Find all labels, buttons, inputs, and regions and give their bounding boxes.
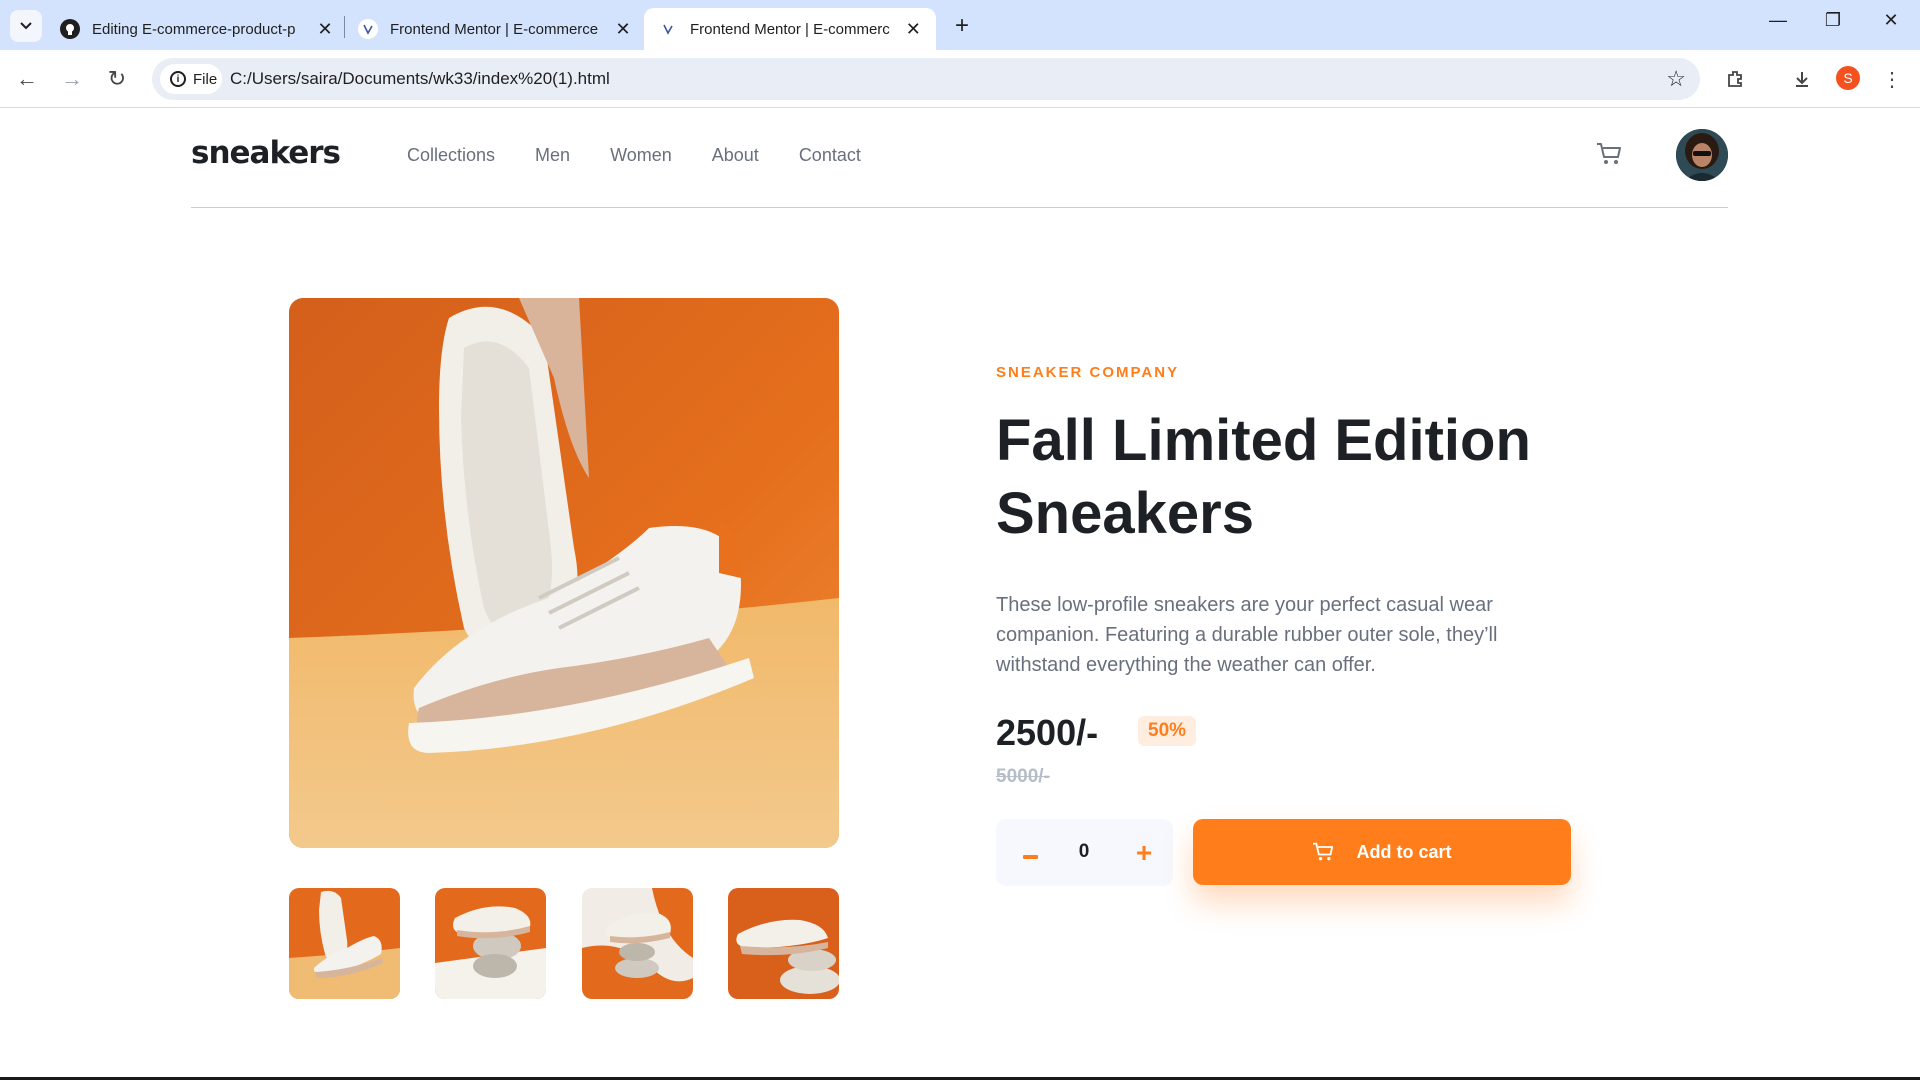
minus-icon [1022, 855, 1038, 859]
product-thumbnail-2[interactable] [435, 888, 546, 999]
download-icon[interactable] [1787, 64, 1817, 94]
nav-item-women[interactable]: Women [610, 145, 672, 166]
nav-item-about[interactable]: About [712, 145, 759, 166]
browser-toolbar: ← → ↻ i File C:/Users/saira/Documents/wk… [0, 50, 1920, 108]
forward-icon[interactable]: → [57, 64, 87, 94]
close-tab-icon[interactable]: ✕ [614, 19, 632, 40]
product-thumbnail-4[interactable] [728, 888, 839, 999]
browser-tab[interactable]: Editing E-commerce-product-p ✕ [46, 8, 348, 50]
tab-title: Editing E-commerce-product-p [92, 20, 296, 38]
info-icon: i [170, 71, 186, 87]
increase-quantity-button[interactable]: + [1124, 833, 1164, 873]
chip-label: File [193, 70, 218, 88]
close-window-icon[interactable]: ✕ [1876, 10, 1906, 31]
menu-icon[interactable]: ⋮ [1877, 64, 1907, 94]
bookmark-star-icon[interactable]: ☆ [1666, 66, 1686, 92]
tab-title: Frontend Mentor | E-commerce [390, 20, 599, 38]
cart-icon [1313, 842, 1334, 861]
add-to-cart-label: Add to cart [1356, 841, 1452, 862]
site-info-chip[interactable]: i File [160, 64, 222, 94]
nav-item-collections[interactable]: Collections [407, 145, 495, 166]
product-thumbnail-3[interactable] [582, 888, 693, 999]
original-price: 5000/- [996, 766, 1050, 787]
add-to-cart-button[interactable]: Add to cart [1193, 819, 1571, 885]
browser-tab-strip: Editing E-commerce-product-p ✕ Frontend … [0, 0, 1920, 50]
frontend-mentor-icon [658, 19, 678, 39]
reload-icon[interactable]: ↻ [102, 64, 132, 94]
address-bar[interactable]: i File C:/Users/saira/Documents/wk33/ind… [152, 58, 1700, 100]
user-avatar[interactable] [1676, 129, 1728, 181]
back-icon[interactable]: ← [12, 64, 42, 94]
product-main-image[interactable] [289, 298, 839, 848]
tab-search-button[interactable] [10, 10, 42, 42]
current-price: 2500/- [996, 712, 1099, 753]
browser-tab-active[interactable]: Frontend Mentor | E-commerce ✕ [644, 8, 936, 50]
product-description: These low-profile sneakers are your perf… [996, 594, 1498, 676]
quantity-stepper: 0 + [996, 819, 1173, 886]
profile-avatar[interactable]: S [1836, 66, 1860, 90]
extensions-icon[interactable] [1720, 64, 1750, 94]
github-icon [60, 19, 80, 39]
plus-icon: + [1135, 837, 1153, 868]
product-title: Fall Limited Edition Sneakers [996, 408, 1531, 546]
new-tab-icon[interactable]: + [950, 12, 974, 40]
nav-item-men[interactable]: Men [535, 145, 570, 166]
product-thumbnail-1[interactable] [289, 888, 400, 999]
url-text[interactable]: C:/Users/saira/Documents/wk33/index%20(1… [230, 69, 610, 89]
decrease-quantity-button[interactable] [1010, 833, 1050, 873]
main-nav: Collections Men Women About Contact [407, 145, 861, 166]
frontend-mentor-icon [358, 19, 378, 39]
site-logo[interactable]: sneakers [191, 135, 341, 171]
chevron-down-icon [20, 22, 32, 30]
nav-item-contact[interactable]: Contact [799, 145, 861, 166]
close-tab-icon[interactable]: ✕ [316, 19, 334, 40]
minimize-icon[interactable]: — [1763, 10, 1793, 31]
company-label: SNEAKER COMPANY [996, 364, 1180, 381]
tab-title: Frontend Mentor | E-commerce [690, 20, 891, 38]
browser-tab[interactable]: Frontend Mentor | E-commerce ✕ [344, 8, 646, 50]
cart-icon[interactable] [1596, 142, 1622, 166]
header-divider [191, 207, 1728, 208]
discount-badge: 50% [1138, 716, 1197, 746]
quantity-value: 0 [1078, 841, 1090, 862]
close-tab-icon[interactable]: ✕ [904, 19, 922, 40]
restore-icon[interactable]: ❐ [1818, 10, 1848, 31]
